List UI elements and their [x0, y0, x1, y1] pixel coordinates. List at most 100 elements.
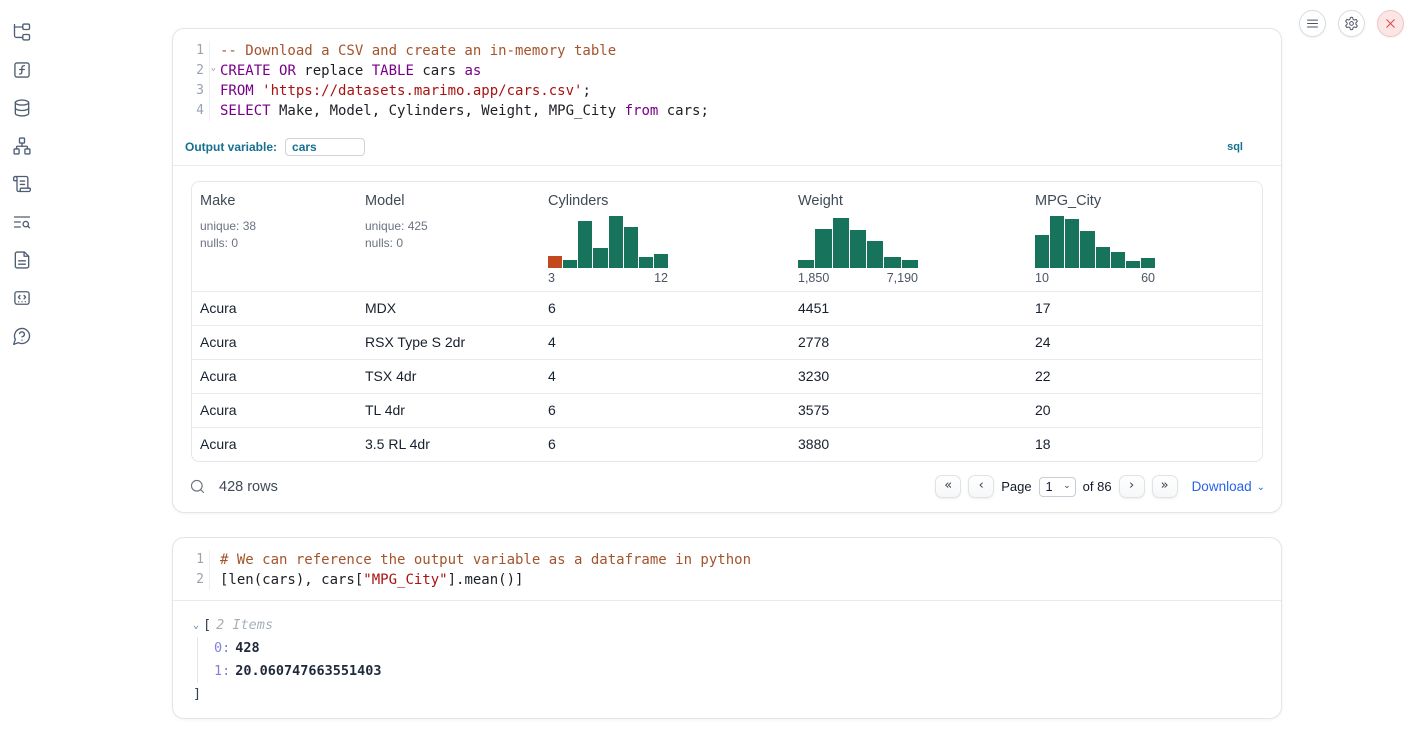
- python-cell: 1 # We can reference the output variable…: [172, 537, 1282, 719]
- histogram-bar: [1080, 231, 1094, 268]
- table-row[interactable]: AcuraTSX 4dr 43230 22: [192, 359, 1262, 393]
- code-text: -- Download a CSV and create an in-memor…: [209, 41, 616, 61]
- code-text: [len(cars), cars["MPG_City"].mean()]: [209, 570, 523, 590]
- histogram-bar: [563, 260, 577, 268]
- pagination: « ‹ Page 1 ⌄ of 86 › »: [935, 475, 1177, 498]
- sidebar-item-variables[interactable]: [10, 58, 34, 82]
- topbar-controls: [1299, 10, 1404, 37]
- function-square-icon: [12, 60, 32, 80]
- help-bubble-icon: [12, 326, 32, 346]
- code-line: 3 FROM 'https://datasets.marimo.app/cars…: [173, 81, 1281, 101]
- table-row[interactable]: AcuraTL 4dr 63575 20: [192, 393, 1262, 427]
- row-count: 428 rows: [219, 479, 278, 495]
- chevron-down-icon: ⌄: [1257, 482, 1265, 493]
- dependency-graph-icon: [12, 136, 32, 156]
- column-header-make[interactable]: Make unique: 38 nulls: 0: [192, 182, 357, 291]
- open-bracket: [: [203, 614, 211, 637]
- histogram-bar: [593, 248, 607, 268]
- line-number: 2⌄: [173, 61, 209, 81]
- fold-icon[interactable]: ⌄: [211, 64, 216, 73]
- collapse-chevron-icon[interactable]: ⌄: [193, 614, 199, 637]
- column-stats: unique: 38 nulls: 0: [200, 218, 349, 252]
- sql-cell: 1 -- Download a CSV and create an in-mem…: [172, 28, 1282, 513]
- sidebar-item-logs[interactable]: [10, 210, 34, 234]
- sidebar-item-file-tree[interactable]: [10, 20, 34, 44]
- code-text: # We can reference the output variable a…: [209, 550, 751, 570]
- sidebar-item-snippets[interactable]: [10, 286, 34, 310]
- histogram-bar: [548, 256, 562, 268]
- settings-button[interactable]: [1338, 10, 1365, 37]
- table-row[interactable]: AcuraRSX Type S 2dr 42778 24: [192, 325, 1262, 359]
- menu-button[interactable]: [1299, 10, 1326, 37]
- scroll-text-icon: [12, 174, 32, 194]
- sidebar-item-dependency-graph[interactable]: [10, 134, 34, 158]
- column-header-model[interactable]: Model unique: 425 nulls: 0: [357, 182, 540, 291]
- search-icon: [189, 478, 206, 495]
- snippets-icon: [12, 288, 32, 308]
- shutdown-button[interactable]: [1377, 10, 1404, 37]
- sql-code-editor[interactable]: 1 -- Download a CSV and create an in-mem…: [173, 29, 1281, 131]
- histogram-bar: [1050, 216, 1064, 268]
- table-row[interactable]: Acura3.5 RL 4dr 63880 18: [192, 427, 1262, 461]
- python-code-editor[interactable]: 1 # We can reference the output variable…: [173, 538, 1281, 600]
- line-number: 1: [173, 41, 209, 61]
- sidebar-item-documentation[interactable]: [10, 248, 34, 272]
- gear-icon: [1344, 16, 1359, 31]
- code-line: 1 -- Download a CSV and create an in-mem…: [173, 41, 1281, 61]
- close-icon: [1383, 16, 1398, 31]
- column-header-weight[interactable]: Weight 1,8507,190: [790, 182, 1027, 291]
- histogram-bar: [1126, 261, 1140, 268]
- tree-entries: 0:428 1:20.060747663551403: [197, 637, 1265, 683]
- language-badge: sql: [1227, 141, 1243, 153]
- sidebar-item-datasources[interactable]: [10, 96, 34, 120]
- histogram-weight: 1,8507,190: [798, 216, 918, 285]
- histogram-bar: [798, 260, 814, 268]
- database-icon: [12, 98, 32, 118]
- menu-icon: [1305, 16, 1320, 31]
- file-tree-icon: [12, 22, 32, 42]
- last-page-button[interactable]: »: [1152, 475, 1178, 498]
- output-variable-input[interactable]: [285, 138, 365, 156]
- download-button[interactable]: Download ⌄: [1192, 479, 1265, 494]
- close-bracket: ]: [193, 683, 1265, 706]
- dataframe-table: Make unique: 38 nulls: 0 Model unique: 4…: [191, 181, 1263, 462]
- document-icon: [12, 250, 32, 270]
- histogram-bar: [1035, 235, 1049, 268]
- left-sidebar: [0, 0, 44, 729]
- histogram-mpg-city: 1060: [1035, 216, 1155, 285]
- histogram-bar: [624, 227, 638, 268]
- histogram-bar: [850, 230, 866, 268]
- tree-entry: 1:20.060747663551403: [214, 660, 1265, 683]
- histogram-bar: [1141, 258, 1155, 268]
- code-text: SELECT Make, Model, Cylinders, Weight, M…: [209, 101, 709, 121]
- histogram-bar: [578, 221, 592, 268]
- first-page-button[interactable]: «: [935, 475, 961, 498]
- python-output-tree: ⌄ [ 2 Items 0:428 1:20.060747663551403 ]: [173, 601, 1281, 718]
- tree-entry: 0:428: [214, 637, 1265, 660]
- column-stats: unique: 425 nulls: 0: [365, 218, 532, 252]
- table-row[interactable]: AcuraMDX 64451 17: [192, 291, 1262, 325]
- histogram-bar: [867, 241, 883, 268]
- total-pages-label: of 86: [1083, 479, 1112, 494]
- column-header-cylinders[interactable]: Cylinders 312: [540, 182, 790, 291]
- histogram-bar: [884, 257, 900, 268]
- code-text: CREATE OR replace TABLE cars as: [209, 61, 481, 81]
- histogram-cylinders: 312: [548, 216, 668, 285]
- column-header-mpg-city[interactable]: MPG_City 1060: [1027, 182, 1262, 291]
- histogram-bar: [654, 254, 668, 268]
- histogram-bar: [1096, 247, 1110, 268]
- sidebar-item-scratchpad[interactable]: [10, 172, 34, 196]
- output-variable-row: Output variable: sql: [173, 131, 1281, 166]
- code-line: 4 SELECT Make, Model, Cylinders, Weight,…: [173, 101, 1281, 121]
- next-page-button[interactable]: ›: [1119, 475, 1145, 498]
- histogram-bar: [902, 260, 918, 268]
- chevron-down-icon: ⌄: [1063, 481, 1071, 490]
- search-button[interactable]: [189, 478, 206, 495]
- page-select[interactable]: 1 ⌄: [1039, 477, 1076, 497]
- previous-page-button[interactable]: ‹: [968, 475, 994, 498]
- sidebar-item-help[interactable]: [10, 324, 34, 348]
- code-line: 2 [len(cars), cars["MPG_City"].mean()]: [173, 570, 1281, 590]
- output-variable-label: Output variable:: [185, 140, 277, 154]
- notebook: 1 -- Download a CSV and create an in-mem…: [172, 28, 1282, 719]
- line-number: 2: [173, 570, 209, 590]
